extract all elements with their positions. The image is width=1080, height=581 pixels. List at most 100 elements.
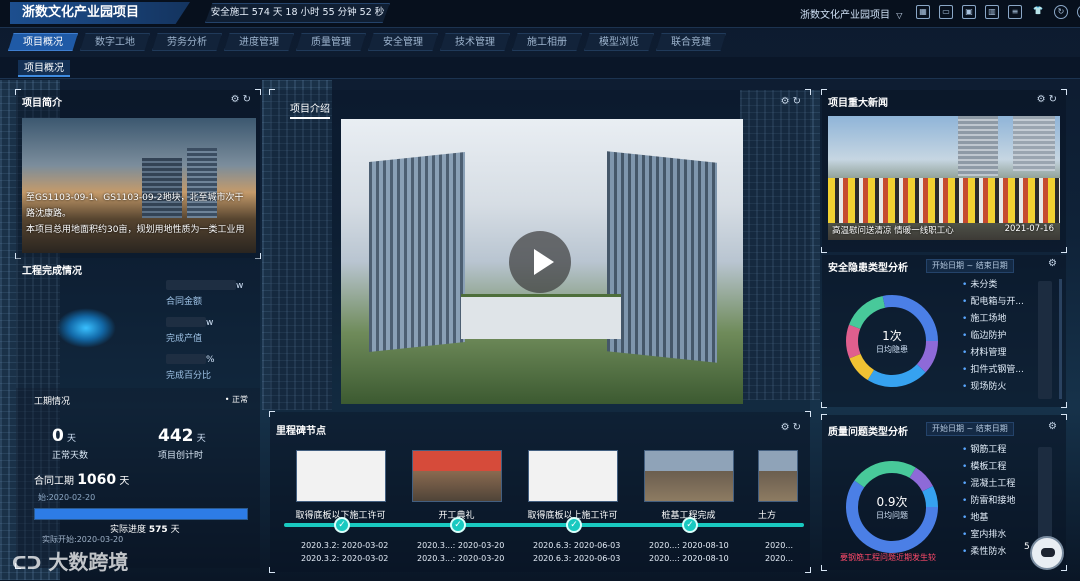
panel-title: 安全隐患类型分析: [828, 263, 908, 274]
milestone-panel: 里程碑节点 ⚙↻ 取得底板以下施工许可 开工典礼 取得底板以上施工许可 桩基工程…: [269, 411, 811, 573]
grid-icon[interactable]: ▦: [916, 5, 930, 19]
tab-progress[interactable]: 进度管理: [224, 33, 294, 51]
milestone-date: 2020.3...: 2020-03-20: [417, 554, 505, 563]
start-date: 开始日期: [932, 424, 964, 433]
main-nav: 项目概况 数字工地 劳务分析 进度管理 质量管理 安全管理 技术管理 施工相册 …: [8, 33, 726, 51]
panel-title: 质量问题类型分析: [828, 427, 908, 438]
watermark-logo: ᑕᑐ 大数跨境: [12, 550, 129, 574]
project-select[interactable]: 浙数文化产业园项目 ▽: [800, 6, 902, 21]
top-bar: 浙数文化产业园项目 安全施工 574 天 18 小时 55 分钟 52 秒 浙数…: [0, 0, 1080, 28]
list-item[interactable]: 模板工程: [962, 459, 1015, 476]
list-item[interactable]: 临边防护: [962, 328, 1024, 345]
bot-icon: [1041, 548, 1055, 557]
list-item[interactable]: 钢筋工程: [962, 442, 1015, 459]
panel-actions: ⚙↻: [231, 94, 254, 105]
panel-title: 项目简介: [22, 98, 62, 109]
progress-fill: [35, 509, 247, 519]
list-item[interactable]: 柔性防水: [962, 544, 1015, 561]
milestone-item[interactable]: 取得底板以下施工许可: [293, 450, 388, 521]
list-item[interactable]: 地基: [962, 510, 1015, 527]
list-item[interactable]: 室内排水: [962, 527, 1015, 544]
start-note: 始:2020-02-20: [38, 493, 96, 502]
created-days-label: 项目创计时: [158, 451, 204, 461]
milestone-item[interactable]: 取得底板以上施工许可: [525, 450, 620, 521]
list-item[interactable]: 配电箱与开...: [962, 294, 1024, 311]
settings-icon[interactable]: ⚙: [781, 96, 793, 107]
tab-overview[interactable]: 项目概况: [8, 33, 78, 51]
percent-label: 完成百分比: [166, 371, 212, 381]
play-icon: [534, 249, 554, 275]
tab-tech[interactable]: 技术管理: [440, 33, 510, 51]
tab-quality[interactable]: 质量管理: [296, 33, 366, 51]
tab-digital-site[interactable]: 数字工地: [80, 33, 150, 51]
list-item[interactable]: 防雷和接地: [962, 493, 1015, 510]
safety-center-value: 1次: [882, 329, 902, 343]
schedule-title: 工期情况: [34, 397, 71, 407]
tab-model[interactable]: 模型浏览: [584, 33, 654, 51]
milestone-date: 2020.3.2: 2020-03-02: [301, 541, 389, 550]
list-item[interactable]: 施工场地: [962, 311, 1024, 328]
safety-counter: 安全施工 574 天 18 小时 55 分钟 52 秒: [205, 3, 390, 23]
list-item[interactable]: 现场防火: [962, 379, 1024, 396]
safety-type-list: 未分类 配电箱与开... 施工场地 临边防护 材料管理 扣件式钢管... 现场防…: [962, 277, 1024, 396]
actual-progress-value: 575: [148, 525, 168, 535]
tab-labor[interactable]: 劳务分析: [152, 33, 222, 51]
safety-center-label: 日均隐患: [876, 345, 908, 354]
settings-icon[interactable]: ⚙: [1048, 258, 1060, 269]
date-range-picker[interactable]: 开始日期 ~ 结束日期: [926, 422, 1014, 436]
settings-icon[interactable]: ⚙: [231, 94, 243, 105]
chevron-down-icon: ▽: [896, 11, 903, 20]
list-item[interactable]: 材料管理: [962, 345, 1024, 362]
list-item[interactable]: 混凝土工程: [962, 476, 1015, 493]
refresh-icon[interactable]: ↻: [793, 96, 804, 107]
intro-line-2: 路沈康路。: [26, 209, 72, 219]
quality-center-value: 0.9次: [876, 495, 908, 509]
milestone-item[interactable]: 开工典礼: [409, 450, 504, 521]
video-tab[interactable]: 项目介绍: [290, 100, 330, 119]
end-date: 结束日期: [975, 261, 1008, 270]
refresh-icon[interactable]: ↻: [243, 94, 254, 105]
list-item[interactable]: 未分类: [962, 277, 1024, 294]
panel-title: 里程碑节点: [276, 426, 326, 437]
contract-period-value: 1060: [77, 472, 117, 488]
panel-title: 工程完成情况: [22, 266, 82, 277]
play-button[interactable]: [509, 231, 571, 293]
check-icon: ✓: [450, 517, 466, 533]
bot-count: 5: [1024, 542, 1030, 552]
news-date: 2021-07-16: [1004, 224, 1054, 234]
tab-joint[interactable]: 联合竞建: [656, 33, 726, 51]
settings-icon[interactable]: ⚙: [1048, 421, 1060, 432]
percent-unit: %: [206, 355, 215, 365]
contract-amount-unit: w: [236, 281, 244, 291]
settings-icon[interactable]: ⚙: [1037, 94, 1049, 105]
refresh-icon[interactable]: ↻: [1054, 5, 1068, 19]
milestone-image: [411, 450, 502, 502]
date-range-picker[interactable]: 开始日期 ~ 结束日期: [926, 259, 1014, 273]
chart-icon[interactable]: ▥: [985, 5, 999, 19]
assistant-bot[interactable]: 5: [1024, 536, 1064, 570]
refresh-icon[interactable]: ↻: [793, 422, 804, 433]
milestone-item[interactable]: 土方: [758, 450, 802, 521]
subtab-overview[interactable]: 项目概况: [18, 60, 70, 77]
tab-safety[interactable]: 安全管理: [368, 33, 438, 51]
news-image[interactable]: [828, 116, 1060, 240]
list-item[interactable]: 扣件式钢管...: [962, 362, 1024, 379]
contract-amount-label: 合同金额: [166, 297, 203, 307]
tab-album[interactable]: 施工相册: [512, 33, 582, 51]
milestone-item[interactable]: 桩基工程完成: [641, 450, 736, 521]
settings-icon[interactable]: ⚙: [781, 422, 793, 433]
news-panel: 项目重大新闻 ⚙↻ 高温慰问送清凉 情暖一线职工心 2021-07-16: [821, 89, 1067, 253]
milestone-date: 2020...: 2020-08-10: [649, 554, 729, 563]
refresh-icon[interactable]: ↻: [1049, 94, 1060, 105]
shirt-icon[interactable]: 👕: [1031, 5, 1045, 19]
doc-icon[interactable]: ≡: [1008, 5, 1022, 19]
screen-icon[interactable]: ▣: [962, 5, 976, 19]
milestone-timeline: ✓ ✓ ✓ ✓: [284, 517, 804, 533]
monitor-icon[interactable]: ▭: [939, 5, 953, 19]
scrollbar[interactable]: [1059, 279, 1062, 399]
video-panel: 项目介绍 ⚙↻: [269, 89, 811, 412]
check-icon: ✓: [682, 517, 698, 533]
milestone-date: 2020.3.2: 2020-03-02: [301, 554, 389, 563]
milestone-image: [758, 450, 798, 502]
video-player[interactable]: [341, 119, 743, 404]
